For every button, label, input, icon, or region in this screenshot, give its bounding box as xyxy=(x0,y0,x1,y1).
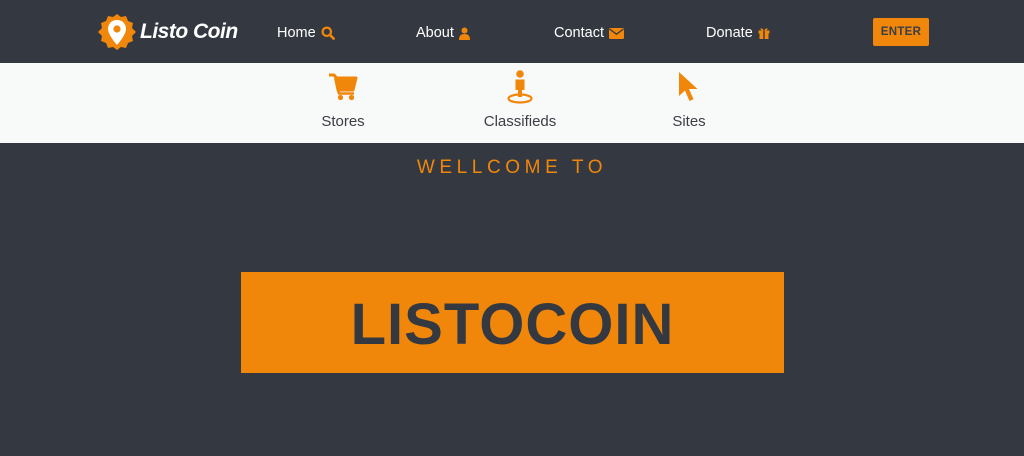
nav-about[interactable]: About xyxy=(416,23,470,43)
top-navbar: Listo Coin Home About Contact Donate ENT… xyxy=(0,0,1024,63)
nav-about-label: About xyxy=(416,25,454,41)
cursor-icon xyxy=(678,67,700,107)
enter-button[interactable]: ENTER xyxy=(873,18,929,46)
category-sites[interactable]: Sites xyxy=(629,67,749,137)
gift-icon xyxy=(758,27,770,39)
nav-donate[interactable]: Donate xyxy=(706,23,770,43)
category-bar: Stores Classifieds Sites xyxy=(0,63,1024,143)
site-logo[interactable]: Listo Coin xyxy=(96,12,238,52)
category-classifieds[interactable]: Classifieds xyxy=(460,67,580,137)
nav-contact-label: Contact xyxy=(554,25,604,41)
cart-icon xyxy=(328,67,358,107)
category-stores[interactable]: Stores xyxy=(283,67,403,137)
nav-home-label: Home xyxy=(277,25,316,41)
category-classifieds-label: Classifieds xyxy=(483,113,557,130)
category-sites-label: Sites xyxy=(672,113,706,130)
nav-home[interactable]: Home xyxy=(277,23,335,43)
category-stores-label: Stores xyxy=(321,113,365,130)
welcome-heading: WELLCOME TO xyxy=(416,157,608,178)
nav-contact[interactable]: Contact xyxy=(554,23,624,43)
person-pin-icon xyxy=(507,67,533,107)
search-icon xyxy=(321,26,335,40)
map-pin-badge-icon xyxy=(96,12,138,52)
nav-donate-label: Donate xyxy=(706,25,753,41)
hero-banner: LISTOCOIN xyxy=(241,272,784,373)
user-icon xyxy=(458,27,470,40)
envelope-icon xyxy=(608,27,624,39)
hero-title: LISTOCOIN xyxy=(350,292,675,357)
logo-text: Listo Coin xyxy=(140,20,238,43)
